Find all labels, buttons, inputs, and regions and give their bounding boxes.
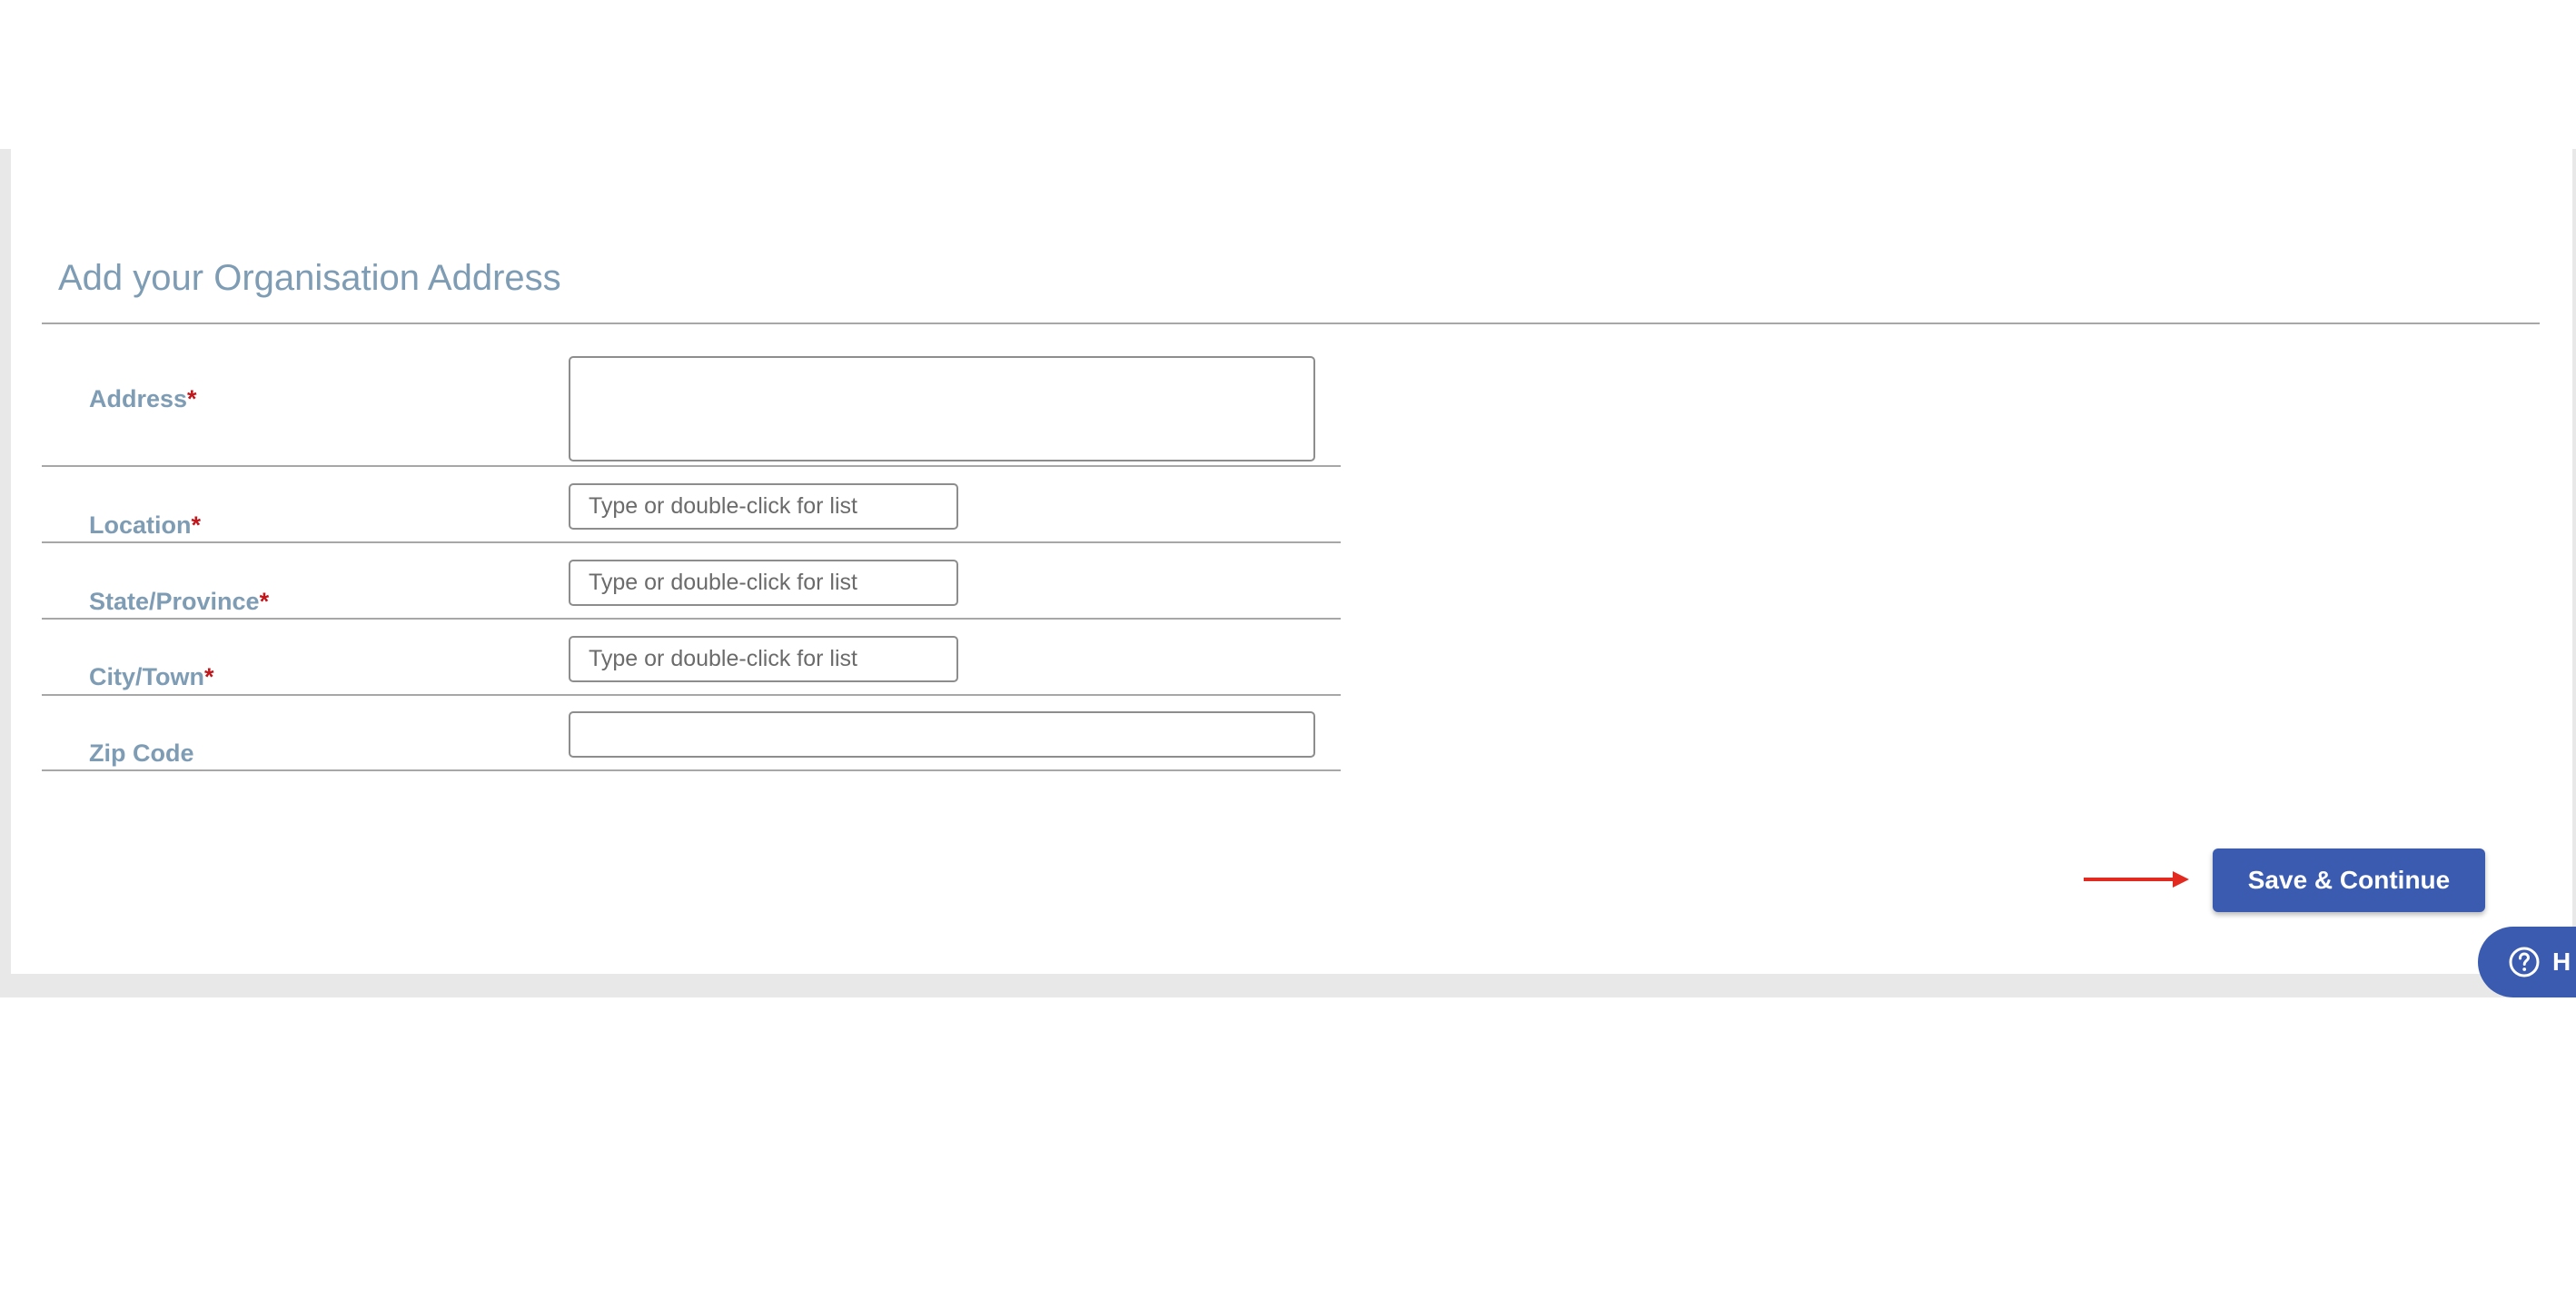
- help-button[interactable]: H: [2478, 927, 2576, 997]
- zip-label: Zip Code: [89, 738, 194, 769]
- required-marker: *: [187, 385, 197, 412]
- required-marker: *: [191, 511, 202, 539]
- address-label-text: Address: [89, 385, 188, 412]
- city-input[interactable]: [569, 636, 958, 682]
- section-title: Add your Organisation Address: [58, 258, 561, 298]
- row-divider: [42, 465, 1341, 467]
- address-field[interactable]: [569, 356, 1315, 461]
- help-label: H: [2552, 948, 2571, 976]
- address-label: Address*: [89, 383, 197, 414]
- title-divider: [42, 322, 2540, 324]
- state-label-text: State/Province: [89, 588, 260, 615]
- state-input[interactable]: [569, 560, 958, 606]
- row-divider: [42, 618, 1341, 620]
- required-marker: *: [203, 663, 214, 690]
- city-label: City/Town*: [89, 661, 214, 692]
- location-label-text: Location: [89, 511, 192, 539]
- required-marker: *: [259, 588, 270, 615]
- state-label: State/Province*: [89, 586, 269, 617]
- arrow-right-icon: [2084, 871, 2189, 888]
- row-divider: [42, 541, 1341, 543]
- location-label: Location*: [89, 510, 201, 541]
- city-label-text: City/Town: [89, 663, 204, 690]
- question-circle-icon: [2509, 947, 2540, 977]
- save-continue-button[interactable]: Save & Continue: [2213, 848, 2485, 912]
- location-input[interactable]: [569, 483, 958, 530]
- row-divider: [42, 769, 1341, 771]
- zip-input[interactable]: [569, 711, 1315, 758]
- zip-label-text: Zip Code: [89, 739, 194, 767]
- row-divider: [42, 694, 1341, 696]
